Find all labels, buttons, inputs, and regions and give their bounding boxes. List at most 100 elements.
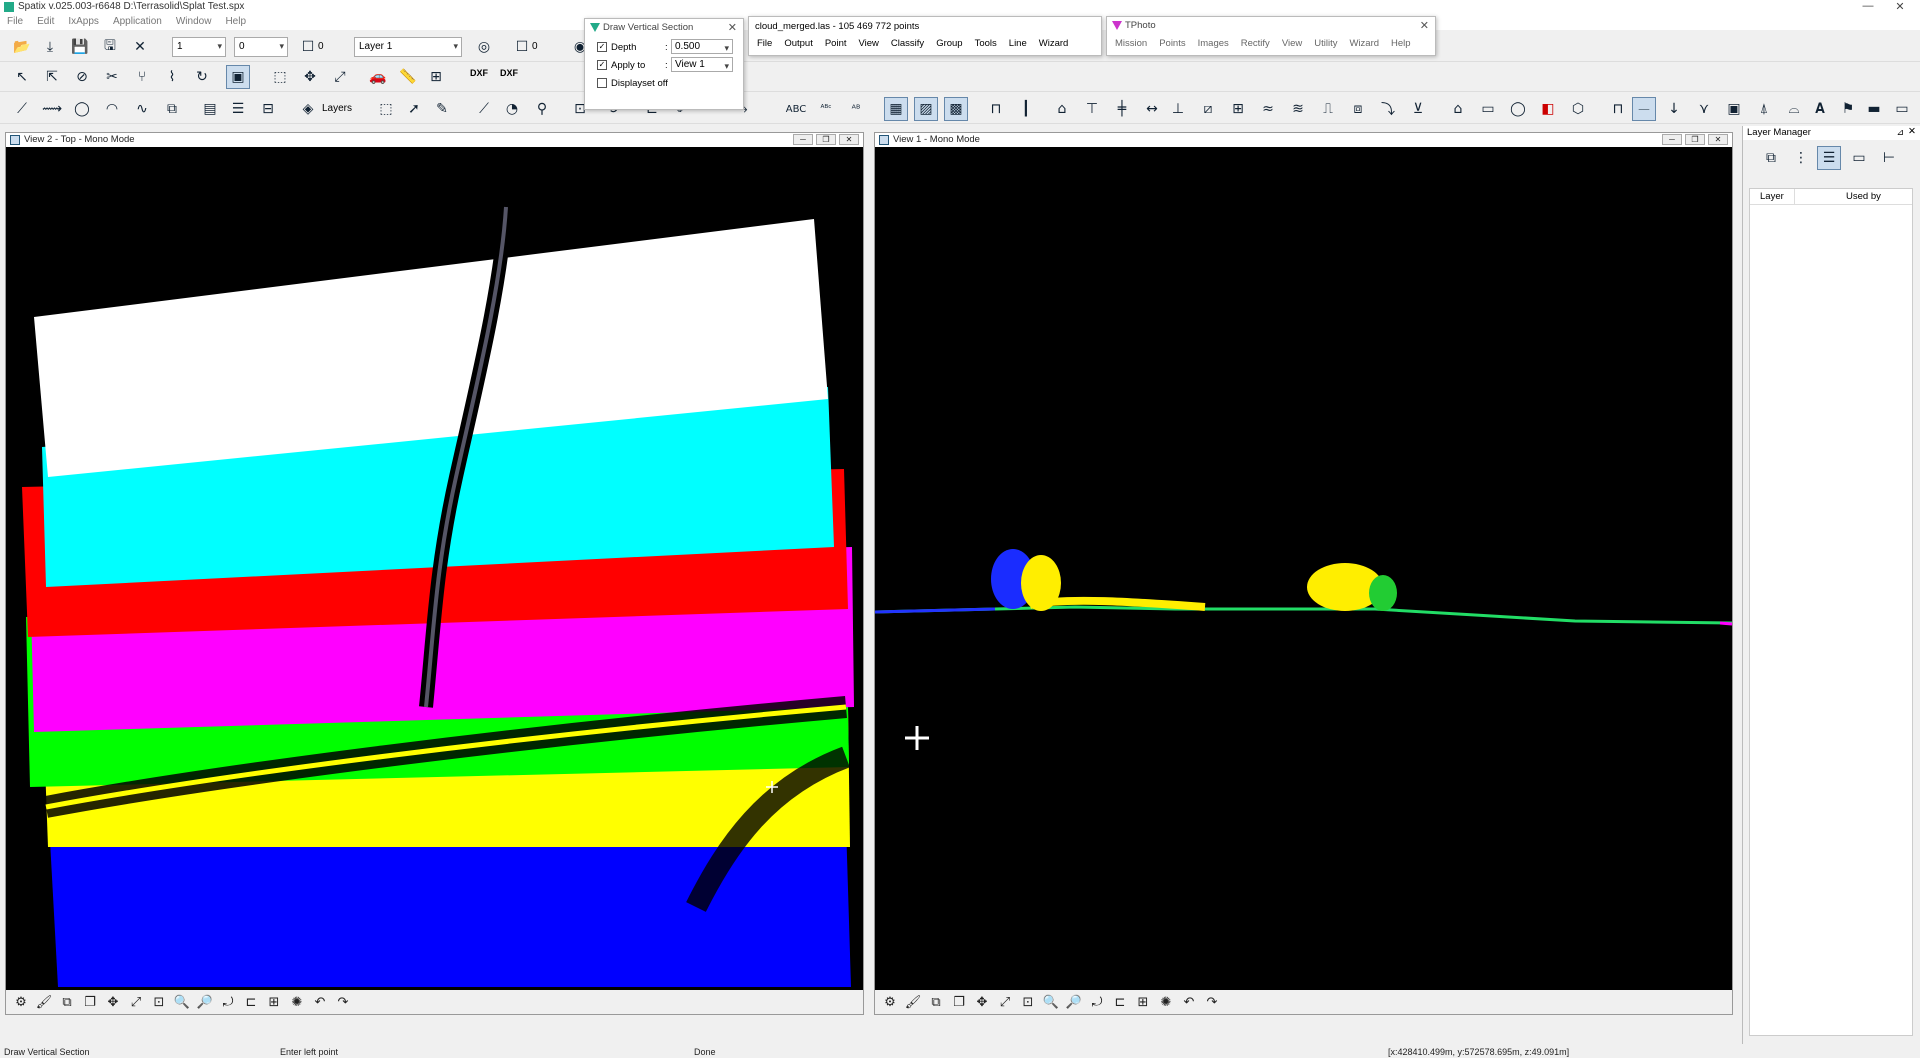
move-icon[interactable]: ✥	[298, 65, 322, 89]
pc-menu-output[interactable]: Output	[778, 38, 819, 49]
select-edit-icon[interactable]: ✎	[430, 97, 454, 121]
spline-icon[interactable]: ≈	[1256, 97, 1280, 121]
trim-icon[interactable]: ✂	[100, 65, 124, 89]
catenary-icon[interactable]: ⌓	[1782, 97, 1806, 121]
menu-help[interactable]: Help	[218, 14, 253, 27]
view-pan-icon[interactable]: ✥	[102, 991, 124, 1013]
measure-area-icon[interactable]: ⊞	[424, 65, 448, 89]
select-box-icon[interactable]: ⬚	[374, 97, 398, 121]
displayset-checkbox[interactable]	[597, 78, 607, 89]
truck-icon[interactable]: ▬	[1862, 97, 1886, 121]
dashed-box-icon[interactable]: ⊞	[1226, 97, 1250, 121]
view-redo-icon[interactable]: ↷	[332, 991, 354, 1013]
cube-icon[interactable]: ⬡	[1566, 97, 1590, 121]
letter-a-icon[interactable]: 𝐀	[1808, 97, 1832, 121]
curve-icon[interactable]: ∿	[130, 97, 154, 121]
view-section-icon[interactable]: ⊏	[240, 991, 262, 1013]
box-3d-icon[interactable]: ⧈	[1346, 97, 1370, 121]
import-icon[interactable]: ⤓	[38, 35, 62, 59]
screen-icon[interactable]: ▣	[1722, 97, 1746, 121]
scale-icon[interactable]: ⤢	[328, 65, 352, 89]
tp-menu-utility[interactable]: Utility	[1308, 38, 1343, 49]
view-grid-icon[interactable]: ⊞	[1132, 991, 1154, 1013]
pointer-icon[interactable]: ➚	[402, 97, 426, 121]
fill-square-icon[interactable]: ☐	[510, 35, 534, 59]
text-icon[interactable]: ⧉	[160, 97, 184, 121]
view-fit-icon[interactable]: ⤢	[994, 991, 1016, 1013]
layer-props-icon[interactable]: ⋮	[1789, 146, 1813, 170]
tp-menu-points[interactable]: Points	[1153, 38, 1191, 49]
close-window-button[interactable]: ✕	[1880, 0, 1920, 14]
view-undo-icon[interactable]: ↶	[1178, 991, 1200, 1013]
tp-menu-images[interactable]: Images	[1192, 38, 1235, 49]
protractor-icon[interactable]: ◔	[500, 97, 524, 121]
wave-icon[interactable]: ≋	[1286, 97, 1310, 121]
tp-menu-view[interactable]: View	[1276, 38, 1308, 49]
view-2-restore[interactable]: ❐	[816, 134, 836, 145]
layers-icon[interactable]: ◈	[296, 97, 320, 121]
flag-icon[interactable]: ⚑	[1836, 97, 1860, 121]
view-2-close[interactable]: ✕	[839, 134, 859, 145]
underline-icon[interactable]: ⊥	[1166, 97, 1190, 121]
menu-application[interactable]: Application	[106, 14, 169, 27]
pylon-icon[interactable]: ⍋	[1752, 97, 1776, 121]
ground-icon[interactable]: ⊻	[1406, 97, 1430, 121]
view-1-canvas[interactable]	[875, 147, 1732, 990]
train-icon[interactable]: ▭	[1890, 97, 1914, 121]
ruler-icon[interactable]: 📏	[396, 65, 420, 89]
view-zoom-box-icon[interactable]: ⊡	[1017, 991, 1039, 1013]
roof-icon[interactable]: ⌂	[1446, 97, 1470, 121]
abc-pair-icon[interactable]: ᴬᴮᶜ	[814, 97, 838, 121]
pin-icon[interactable]: ⚲	[530, 97, 554, 121]
view-zoom-box-icon[interactable]: ⊡	[148, 991, 170, 1013]
pc-menu-point[interactable]: Point	[819, 38, 853, 49]
dimension-icon[interactable]: ↔	[1140, 97, 1164, 121]
pc-menu-wizard[interactable]: Wizard	[1033, 38, 1075, 49]
menu-ixapps[interactable]: IxApps	[61, 14, 106, 27]
vertical-marker-icon[interactable]: ┃	[1014, 97, 1038, 121]
plus-line-icon[interactable]: ╪	[1110, 97, 1134, 121]
rect-icon[interactable]: ▭	[1476, 97, 1500, 121]
view-section-icon[interactable]: ⊏	[1109, 991, 1131, 1013]
view-2-canvas[interactable]	[6, 147, 863, 990]
view-rotate-icon[interactable]: ⤾	[217, 991, 239, 1013]
color-square-icon[interactable]: ☐	[296, 35, 320, 59]
menu-edit[interactable]: Edit	[30, 14, 61, 27]
rotate-icon[interactable]: ↻	[190, 65, 214, 89]
image-frame-icon[interactable]: ▨	[914, 97, 938, 121]
view-zoom-out-icon[interactable]: 🔎	[194, 991, 216, 1013]
line-icon[interactable]: ⟋	[10, 97, 34, 121]
on-off-icon[interactable]: ◧	[1536, 97, 1560, 121]
tp-menu-help[interactable]: Help	[1385, 38, 1417, 49]
level-display-icon[interactable]: ◎	[472, 35, 496, 59]
layer-open-icon[interactable]: ▤	[198, 97, 222, 121]
abc-rotate-icon[interactable]: ᴬᴮ	[844, 97, 868, 121]
pc-menu-tools[interactable]: Tools	[969, 38, 1003, 49]
circle-cut-icon[interactable]: ⊘	[70, 65, 94, 89]
section-active-icon[interactable]: ⏤	[1632, 97, 1656, 121]
layer-new-icon[interactable]: ⧉	[1759, 146, 1783, 170]
layer-window-icon[interactable]: ▭	[1847, 146, 1871, 170]
view-zoom-in-icon[interactable]: 🔍	[171, 991, 193, 1013]
line-style-combo[interactable]: 1	[172, 37, 226, 57]
view-redo-icon[interactable]: ↷	[1201, 991, 1223, 1013]
view-1-minimize[interactable]: ─	[1662, 134, 1682, 145]
layer-list-icon[interactable]: ☰	[1817, 146, 1841, 170]
menu-window[interactable]: Window	[169, 14, 219, 27]
point-down-icon[interactable]: ↓	[1662, 97, 1686, 121]
layers-button[interactable]: Layers	[322, 103, 352, 114]
view-grid-icon[interactable]: ⊞	[263, 991, 285, 1013]
view-undo-icon[interactable]: ↶	[309, 991, 331, 1013]
depth-checkbox[interactable]: ✓	[597, 42, 607, 53]
layer-save-icon[interactable]: ⊟	[256, 97, 280, 121]
tphoto-close-icon[interactable]: ✕	[1420, 19, 1429, 32]
polyline-icon[interactable]: ⟿	[40, 97, 64, 121]
valley-icon[interactable]: ⋎	[1692, 97, 1716, 121]
save-icon[interactable]: 💾	[68, 35, 92, 59]
view-fit-icon[interactable]: ⤢	[125, 991, 147, 1013]
tp-menu-rectify[interactable]: Rectify	[1235, 38, 1276, 49]
view-rotate-icon[interactable]: ⤾	[1086, 991, 1108, 1013]
view-window-icon[interactable]: ❐	[948, 991, 970, 1013]
circle-icon[interactable]: ◯	[70, 97, 94, 121]
pc-menu-classify[interactable]: Classify	[885, 38, 930, 49]
